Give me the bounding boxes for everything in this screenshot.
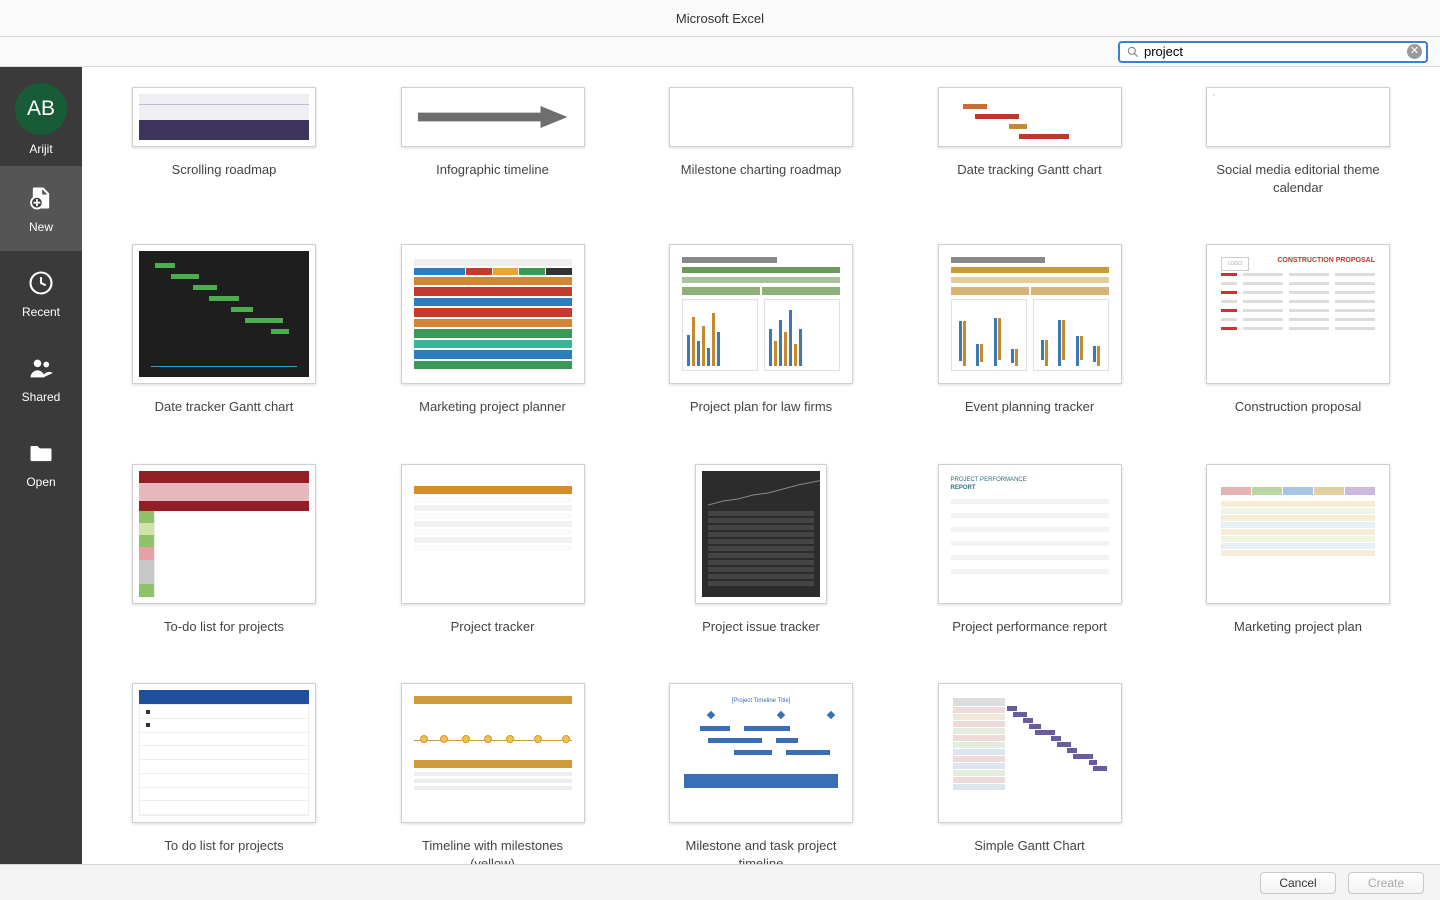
new-icon	[27, 184, 55, 212]
template-thumbnail	[1206, 87, 1390, 147]
template-thumbnail	[401, 464, 585, 604]
template-gallery[interactable]: Scrolling roadmap Infographic timeline M…	[82, 67, 1440, 864]
sidebar-item-label: Shared	[22, 390, 61, 404]
template-thumbnail	[401, 87, 585, 147]
sidebar-item-new[interactable]: New	[0, 166, 82, 251]
template-thumbnail	[938, 244, 1122, 384]
template-project-plan-for-law-firms[interactable]: Project plan for law firms	[669, 244, 853, 416]
template-thumbnail: PROJECT PERFORMANCE REPORT	[938, 464, 1122, 604]
template-project-tracker[interactable]: Project tracker	[401, 464, 585, 636]
template-thumbnail: [Project Timeline Title]	[669, 683, 853, 823]
template-thumbnail	[695, 464, 827, 604]
template-thumbnail	[401, 244, 585, 384]
template-infographic-timeline[interactable]: Infographic timeline	[401, 87, 585, 196]
template-label: Milestone and task project timeline	[671, 837, 851, 864]
template-thumbnail	[132, 87, 316, 147]
template-date-tracking-gantt-chart[interactable]: Date tracking Gantt chart	[938, 87, 1122, 196]
sidebar-item-label: New	[29, 220, 53, 234]
template-marketing-project-planner[interactable]: Marketing project planner	[401, 244, 585, 416]
template-search[interactable]: ✕	[1118, 41, 1428, 63]
clear-search-button[interactable]: ✕	[1407, 44, 1422, 59]
avatar: AB	[15, 83, 67, 135]
template-thumbnail	[132, 244, 316, 384]
window-title: Microsoft Excel	[676, 11, 764, 26]
sidebar-item-label: Open	[26, 475, 55, 489]
template-project-performance-report[interactable]: PROJECT PERFORMANCE REPORT Project perfo…	[938, 464, 1122, 636]
template-event-planning-tracker[interactable]: Event planning tracker	[938, 244, 1122, 416]
sidebar-item-open[interactable]: Open	[0, 421, 82, 506]
template-label: Project tracker	[451, 618, 535, 636]
create-button: Create	[1348, 872, 1424, 894]
template-project-issue-tracker[interactable]: Project issue tracker	[669, 464, 853, 636]
template-timeline-with-milestones-yellow[interactable]: Timeline with milestones (yellow)	[401, 683, 585, 864]
template-date-tracker-gantt-chart[interactable]: Date tracker Gantt chart	[132, 244, 316, 416]
sidebar-item-recent[interactable]: Recent	[0, 251, 82, 336]
sidebar-item-shared[interactable]: Shared	[0, 336, 82, 421]
sidebar: AB Arijit New Recent Shared	[0, 67, 82, 864]
footer: Cancel Create	[0, 864, 1440, 900]
account-name: Arijit	[29, 142, 52, 156]
template-marketing-project-plan[interactable]: Marketing project plan	[1206, 464, 1390, 636]
template-label: Construction proposal	[1235, 398, 1361, 416]
template-label: Date tracker Gantt chart	[155, 398, 294, 416]
template-thumbnail: LOGOCONSTRUCTION PROPOSAL	[1206, 244, 1390, 384]
search-input[interactable]	[1140, 44, 1407, 59]
template-label: Project performance report	[952, 618, 1107, 636]
template-label: To-do list for projects	[164, 618, 284, 636]
account-button[interactable]: AB Arijit	[0, 67, 82, 166]
template-thumbnail	[938, 87, 1122, 147]
create-button-label: Create	[1368, 876, 1404, 890]
recent-icon	[27, 269, 55, 297]
template-to-do-list-for-projects-red[interactable]: To-do list for projects	[132, 464, 316, 636]
template-scrolling-roadmap[interactable]: Scrolling roadmap	[132, 87, 316, 196]
template-thumbnail	[669, 87, 853, 147]
template-thumbnail	[132, 464, 316, 604]
template-simple-gantt-chart[interactable]: Simple Gantt Chart	[938, 683, 1122, 864]
template-thumbnail	[669, 244, 853, 384]
template-label: Simple Gantt Chart	[974, 837, 1085, 855]
toolbar: ✕	[0, 37, 1440, 67]
template-label: To do list for projects	[164, 837, 283, 855]
sidebar-item-label: Recent	[22, 305, 60, 319]
cancel-button-label: Cancel	[1279, 876, 1316, 890]
cancel-button[interactable]: Cancel	[1260, 872, 1336, 894]
template-label: Project plan for law firms	[690, 398, 832, 416]
template-label: Social media editorial theme calendar	[1208, 161, 1388, 196]
template-label: Infographic timeline	[436, 161, 549, 179]
template-label: Milestone charting roadmap	[681, 161, 841, 179]
template-thumbnail	[1206, 464, 1390, 604]
template-to-do-list-for-projects-blue[interactable]: To do list for projects	[132, 683, 316, 864]
template-thumbnail	[132, 683, 316, 823]
shared-icon	[27, 354, 55, 382]
template-social-media-editorial-theme-calendar[interactable]: Social media editorial theme calendar	[1206, 87, 1390, 196]
template-thumbnail	[938, 683, 1122, 823]
search-icon	[1126, 45, 1140, 59]
template-milestone-and-task-project-timeline[interactable]: [Project Timeline Title]	[669, 683, 853, 864]
title-bar: Microsoft Excel	[0, 0, 1440, 37]
template-milestone-charting-roadmap[interactable]: Milestone charting roadmap	[669, 87, 853, 196]
template-thumbnail	[401, 683, 585, 823]
template-label: Scrolling roadmap	[172, 161, 277, 179]
template-label: Timeline with milestones (yellow)	[403, 837, 583, 864]
template-label: Project issue tracker	[702, 618, 820, 636]
template-construction-proposal[interactable]: LOGOCONSTRUCTION PROPOSAL Construction p…	[1206, 244, 1390, 416]
open-icon	[27, 439, 55, 467]
template-label: Marketing project planner	[419, 398, 566, 416]
template-label: Date tracking Gantt chart	[957, 161, 1102, 179]
template-label: Event planning tracker	[965, 398, 1094, 416]
avatar-initials: AB	[27, 97, 55, 121]
template-label: Marketing project plan	[1234, 618, 1362, 636]
